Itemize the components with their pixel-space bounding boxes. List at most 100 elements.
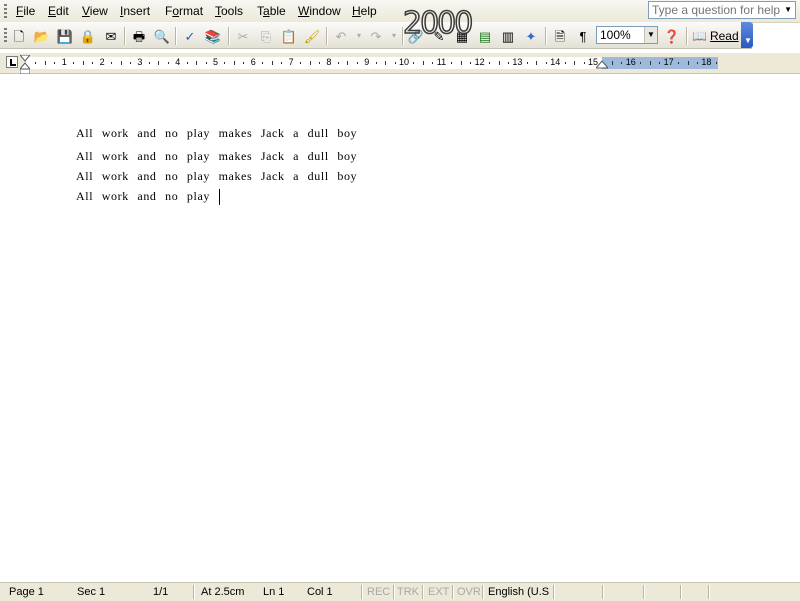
ruler-tick [167, 62, 169, 64]
menu-table[interactable]: Table [257, 4, 286, 18]
ruler-tick [54, 62, 56, 64]
ruler-number: 16 [625, 57, 636, 67]
copy-icon[interactable]: ⎘ [256, 26, 276, 46]
status-column: Col 1 [307, 586, 333, 598]
menu-edit[interactable]: Edit [48, 4, 69, 18]
status-line: Ln 1 [263, 586, 285, 598]
zoom-select[interactable]: 100% ▼ [596, 26, 658, 44]
redo-icon[interactable]: ↷ [366, 26, 386, 46]
ruler-number: 1 [61, 57, 67, 67]
status-page-count: 1/1 [153, 586, 169, 598]
document-map-icon[interactable]: 🗎 [550, 26, 570, 46]
email-icon[interactable]: ✉ [101, 26, 121, 46]
print-preview-icon[interactable]: 🔍 [152, 26, 172, 46]
toolbar-separator [175, 27, 177, 45]
menu-window[interactable]: Window [298, 4, 341, 18]
ruler-tick [640, 62, 642, 64]
ruler-tick [347, 61, 349, 65]
columns-icon[interactable]: ▥ [498, 26, 518, 46]
toolbar-grip[interactable] [4, 28, 7, 42]
toolbar-options-button[interactable]: ▼ [741, 22, 753, 48]
status-separator [452, 585, 454, 599]
document-line[interactable]: All work and no play makes Jack a dull b… [76, 126, 357, 141]
document-line[interactable]: All work and no play makes Jack a dull b… [76, 149, 357, 164]
ruler-tick [507, 62, 509, 64]
ruler-tick [621, 62, 623, 64]
ruler-tick [422, 61, 424, 65]
menu-view[interactable]: View [82, 4, 108, 18]
ruler-tick [186, 62, 188, 64]
redo-dropdown-icon[interactable]: ▾ [384, 26, 404, 46]
insert-excel-worksheet-icon[interactable]: ▤ [475, 26, 495, 46]
left-indent-marker-icon[interactable] [20, 55, 30, 75]
ruler-number: 3 [137, 57, 143, 67]
document-page[interactable]: All work and no play makes Jack a dull b… [0, 74, 800, 582]
read-button[interactable]: 📖 Read [692, 27, 739, 45]
status-separator [393, 585, 395, 599]
show-hide-formatting-icon[interactable]: ¶ [573, 26, 593, 46]
drawing-icon[interactable]: ✦ [521, 26, 541, 46]
ruler-number: 12 [474, 57, 485, 67]
help-question-input[interactable] [649, 2, 780, 18]
ruler-tick [337, 62, 339, 64]
status-rec[interactable]: REC [367, 586, 390, 598]
print-icon[interactable]: 🖶 [129, 26, 149, 46]
toolbar-separator [326, 27, 328, 45]
ruler-tick [318, 62, 320, 64]
ruler-tick [92, 62, 94, 64]
ruler-number: 5 [213, 57, 219, 67]
ruler-tick [224, 62, 226, 64]
document-line[interactable]: All work and no play [76, 189, 210, 204]
status-position: At 2.5cm [201, 586, 245, 598]
status-language[interactable]: English (U.S [488, 586, 549, 598]
toolbar-separator [402, 27, 404, 45]
status-ovr[interactable]: OVR [457, 586, 481, 598]
status-ext[interactable]: EXT [428, 586, 449, 598]
ruler-tick [678, 62, 680, 64]
cut-icon[interactable]: ✂ [233, 26, 253, 46]
ruler-tick [375, 62, 377, 64]
tab-stop-selector[interactable] [6, 56, 18, 68]
format-painter-icon[interactable]: 🖌 [302, 26, 322, 46]
ruler-tick [432, 62, 434, 64]
ruler-tick [82, 61, 84, 65]
help-dropdown-arrow-icon[interactable]: ▼ [784, 5, 792, 14]
ruler-tick [611, 61, 613, 65]
status-trk[interactable]: TRK [397, 586, 419, 598]
menu-insert[interactable]: Insert [120, 4, 150, 18]
ruler-number: 10 [399, 57, 410, 67]
research-icon[interactable]: 📚 [203, 26, 223, 46]
save-icon[interactable]: 💾 [55, 26, 75, 46]
menu-bar-grip[interactable] [4, 4, 7, 18]
insert-hyperlink-icon[interactable]: 🔗 [406, 26, 426, 46]
toolbar-options-arrow-icon: ▼ [744, 36, 752, 45]
right-indent-marker-icon[interactable] [596, 59, 608, 69]
open-folder-icon[interactable]: 📂 [32, 26, 52, 46]
menu-format[interactable]: Format [165, 4, 203, 18]
tables-borders-icon[interactable]: ✎ [429, 26, 449, 46]
ruler-tick [356, 62, 358, 64]
zoom-dropdown-arrow-icon[interactable]: ▼ [644, 27, 657, 43]
ruler-tick [271, 61, 273, 65]
ruler-tick [158, 61, 160, 65]
new-document-icon[interactable]: 🗋 [9, 26, 29, 46]
menu-tools[interactable]: Tools [215, 4, 243, 18]
document-line[interactable]: All work and no play makes Jack a dull b… [76, 169, 357, 184]
toolbar-separator [545, 27, 547, 45]
permission-icon[interactable]: 🔒 [78, 26, 98, 46]
help-icon[interactable]: ❓ [662, 26, 682, 46]
menu-help[interactable]: Help [352, 4, 377, 18]
status-separator [482, 585, 484, 599]
ruler-number: 2 [99, 57, 105, 67]
status-separator [553, 585, 555, 599]
ruler-tick [196, 61, 198, 65]
paste-icon[interactable]: 📋 [279, 26, 299, 46]
menu-file[interactable]: File [16, 4, 35, 18]
help-question-box[interactable]: ▼ [648, 1, 796, 19]
horizontal-ruler[interactable]: 1 2 3 4 5 6 7 8 9 10 11 12 13 14 15 16 17 18 [0, 53, 800, 74]
ruler-tick [35, 62, 37, 64]
spelling-grammar-icon[interactable]: ✓ [180, 26, 200, 46]
ruler-number: 8 [326, 57, 332, 67]
undo-icon[interactable]: ↶ [331, 26, 351, 46]
insert-table-icon[interactable]: ▦ [452, 26, 472, 46]
